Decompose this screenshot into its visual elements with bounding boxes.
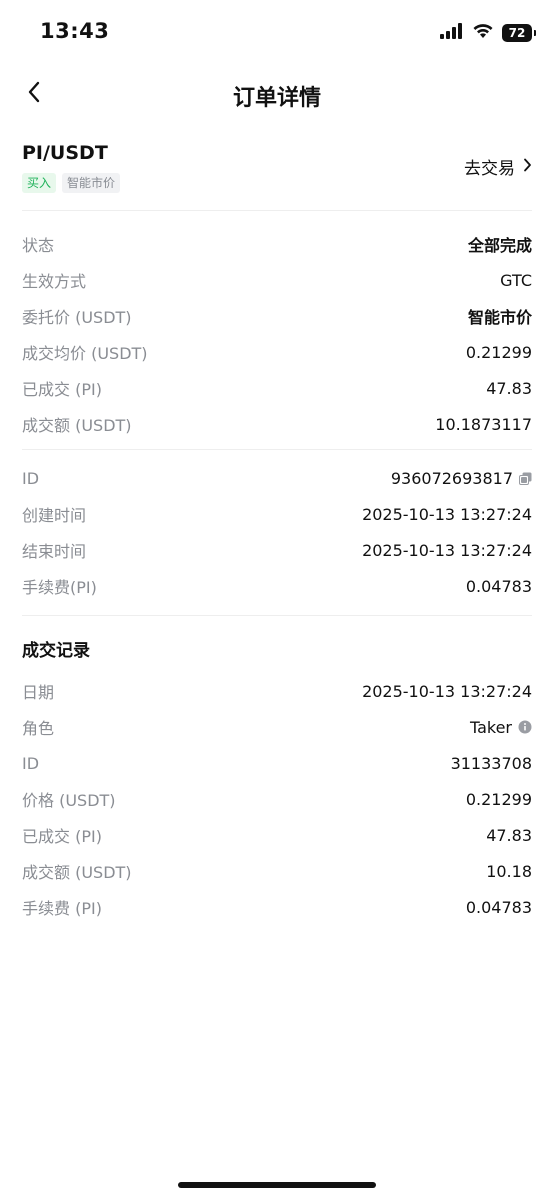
divider: [22, 210, 532, 211]
go-trade-label: 去交易: [464, 159, 515, 179]
row-label: 价格 (USDT): [22, 791, 116, 810]
info-icon[interactable]: [518, 720, 532, 734]
cellular-signal-icon: [440, 23, 464, 43]
end-time-row: 结束时间 2025-10-13 13:27:24: [22, 532, 532, 568]
divider: [22, 615, 532, 616]
filled-total-row: 成交额 (USDT) 10.1873117: [22, 406, 532, 442]
row-value: 全部完成: [467, 236, 532, 255]
row-value: 0.21299: [465, 789, 532, 809]
battery-icon: 72: [502, 24, 536, 42]
trade-date-row: 日期 2025-10-13 13:27:24: [22, 673, 532, 709]
row-label: ID: [22, 753, 40, 773]
order-type-tag: 智能市价: [62, 173, 121, 193]
chevron-right-icon: [523, 157, 532, 177]
order-tags: 买入 智能市价: [22, 173, 121, 193]
divider: [22, 449, 532, 450]
time-in-force-row: 生效方式 GTC: [22, 262, 532, 298]
row-label: 手续费(PI): [22, 578, 97, 597]
trade-filled-row: 已成交 (PI) 47.83: [22, 817, 532, 853]
row-value: 2025-10-13 13:27:24: [362, 540, 532, 560]
created-time-row: 创建时间 2025-10-13 13:27:24: [22, 496, 532, 532]
trade-records-title: 成交记录: [22, 641, 90, 661]
row-value: 2025-10-13 13:27:24: [362, 681, 532, 701]
row-label: 角色: [22, 719, 55, 738]
row-label: 已成交 (PI): [22, 380, 102, 399]
average-price-row: 成交均价 (USDT) 0.21299: [22, 334, 532, 370]
fee-row: 手续费(PI) 0.04783: [22, 568, 532, 604]
order-id-value: 936072693817: [390, 468, 513, 488]
row-value: 2025-10-13 13:27:24: [362, 504, 532, 524]
go-trade-link[interactable]: 去交易: [464, 154, 532, 179]
row-value: 0.21299: [465, 342, 532, 362]
row-label: 状态: [22, 236, 55, 255]
status-bar: 13:43 72: [0, 0, 554, 66]
nav-bar: 订单详情: [0, 70, 554, 118]
row-value: 0.04783: [465, 576, 532, 596]
wifi-icon: [472, 23, 494, 43]
order-id-row: ID 936072693817: [22, 460, 532, 496]
trade-role-row: 角色 Taker: [22, 709, 532, 745]
home-indicator[interactable]: [178, 1182, 376, 1188]
page-title: 订单详情: [232, 86, 321, 111]
filled-amount-row: 已成交 (PI) 47.83: [22, 370, 532, 406]
status-icons: 72: [440, 22, 536, 44]
trade-fee-row: 手续费 (PI) 0.04783: [22, 889, 532, 925]
row-label: ID: [22, 468, 40, 488]
row-value: 0.04783: [465, 897, 532, 917]
trade-total-row: 成交额 (USDT) 10.18: [22, 853, 532, 889]
row-label: 成交均价 (USDT): [22, 344, 148, 363]
copy-icon[interactable]: [519, 472, 532, 485]
row-value: 936072693817: [391, 469, 532, 488]
row-value: 智能市价: [467, 308, 532, 327]
row-label: 成交额 (USDT): [22, 863, 132, 882]
trade-id-row: ID 31133708: [22, 745, 532, 781]
pair-header: PI/USDT 买入 智能市价 去交易: [22, 140, 532, 200]
row-label: 已成交 (PI): [22, 827, 102, 846]
row-value: 10.18: [486, 861, 532, 881]
trade-price-row: 价格 (USDT) 0.21299: [22, 781, 532, 817]
side-tag: 买入: [22, 173, 57, 193]
row-value: 31133708: [450, 753, 532, 773]
row-label: 创建时间: [22, 506, 87, 525]
row-label: 手续费 (PI): [22, 899, 102, 918]
trade-role-value: Taker: [469, 717, 512, 737]
row-label: 结束时间: [22, 542, 87, 561]
row-label: 委托价 (USDT): [22, 308, 132, 327]
order-price-row: 委托价 (USDT) 智能市价: [22, 298, 532, 334]
row-value: 47.83: [486, 378, 532, 398]
row-value: 10.1873117: [435, 414, 532, 434]
row-value: 47.83: [486, 825, 532, 845]
row-value: GTC: [500, 270, 532, 290]
row-label: 日期: [22, 683, 55, 702]
order-status-row: 状态 全部完成: [22, 226, 532, 262]
row-value: Taker: [470, 718, 532, 737]
status-time: 13:43: [40, 19, 110, 43]
row-label: 成交额 (USDT): [22, 416, 132, 435]
pair-name: PI/USDT: [22, 142, 108, 164]
row-label: 生效方式: [22, 272, 87, 291]
